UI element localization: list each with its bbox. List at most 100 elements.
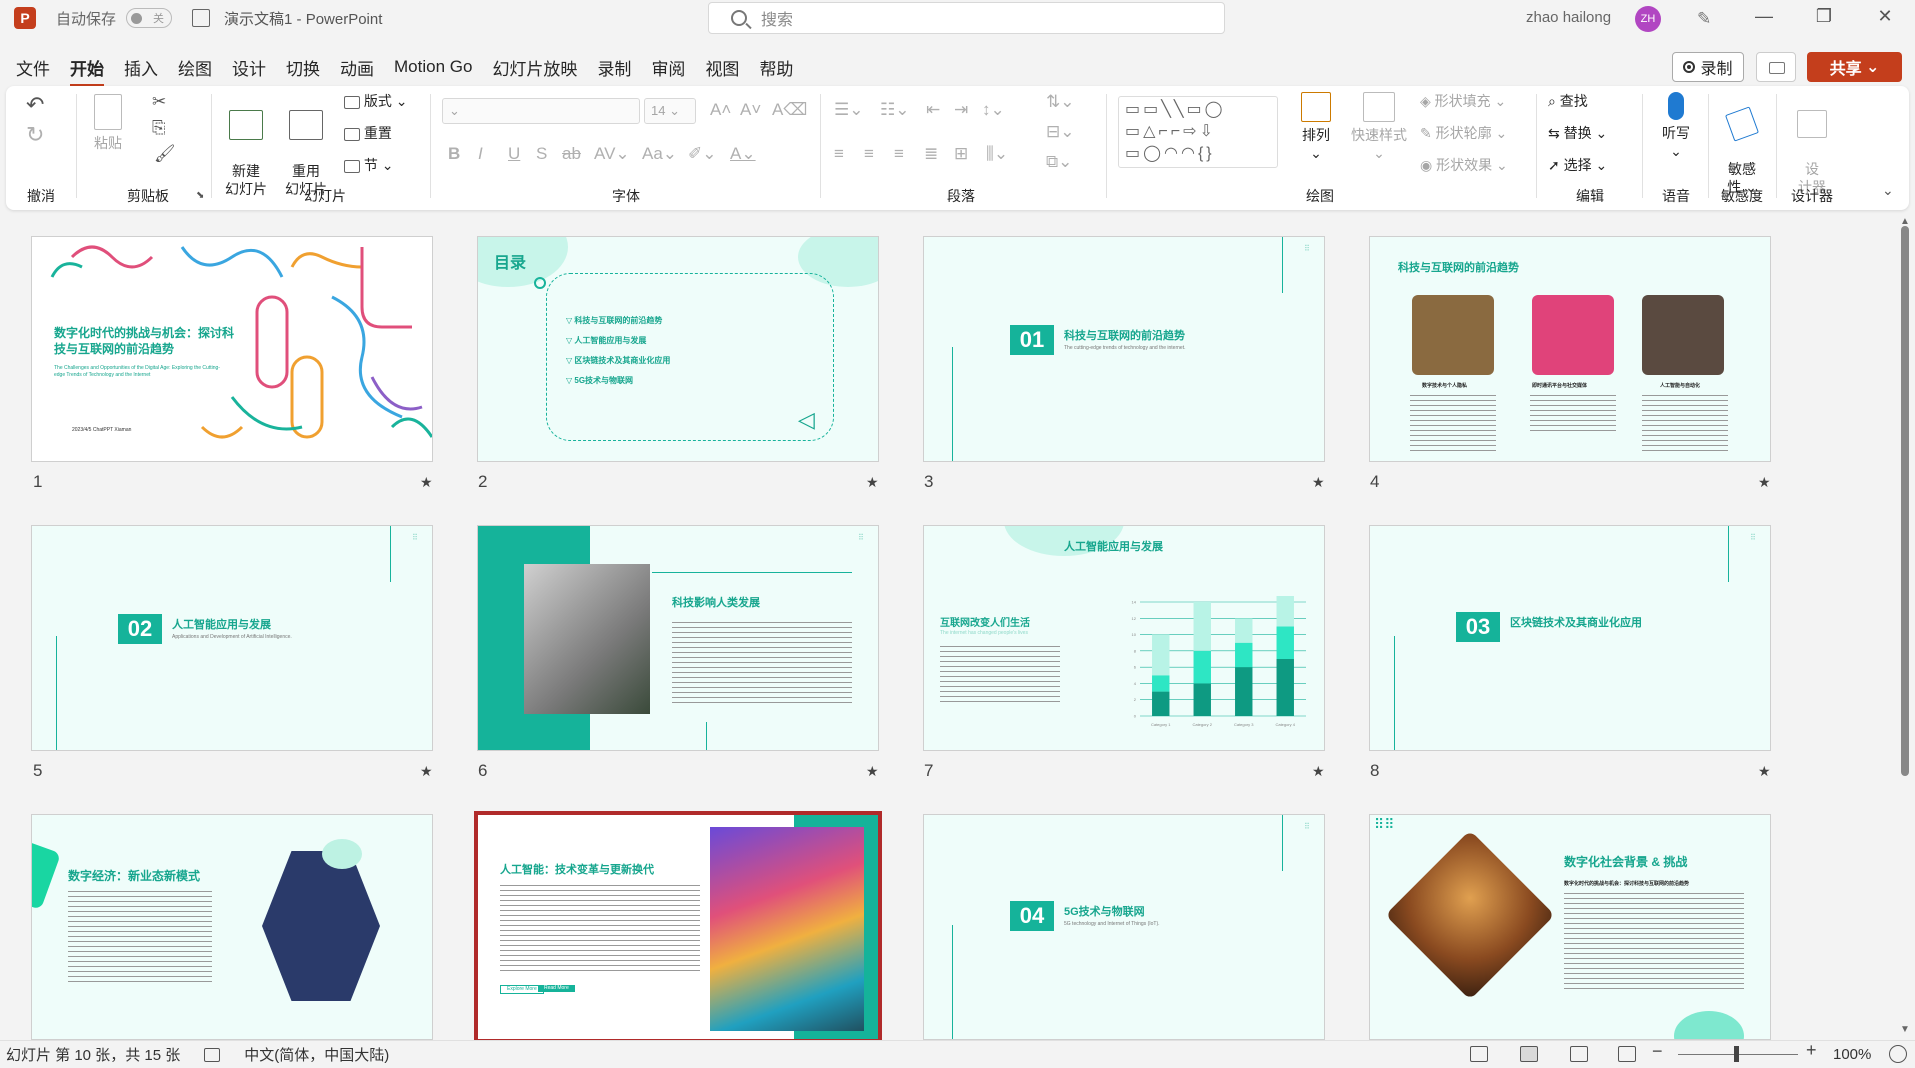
- slide-thumbnail-6[interactable]: 科技影响人类发展 ⠿: [477, 525, 879, 751]
- shapes-gallery[interactable]: ▭▭╲╲▭◯ ▭△⌐⌐⇨⇩ ▭◯◠◠{}: [1118, 96, 1278, 168]
- underline-icon[interactable]: U: [508, 144, 520, 164]
- columns-icon[interactable]: ⫼⌄: [986, 144, 1008, 164]
- fit-to-window-icon[interactable]: [1889, 1045, 1907, 1063]
- numbering-icon[interactable]: ☷⌄: [880, 100, 909, 120]
- clear-formatting-icon[interactable]: A⌫: [772, 100, 807, 120]
- line-spacing-icon[interactable]: ↕⌄: [982, 100, 1005, 120]
- transition-star-icon[interactable]: ★: [420, 474, 433, 491]
- tab-slideshow[interactable]: 幻灯片放映: [492, 53, 577, 82]
- text-direction-icon[interactable]: ⇅⌄: [1046, 92, 1075, 112]
- slide-thumbnail-7[interactable]: 人工智能应用与发展 互联网改变人们生活 The internet has cha…: [923, 525, 1325, 751]
- bullets-icon[interactable]: ☰⌄: [834, 100, 863, 120]
- tab-transitions[interactable]: 切换: [286, 53, 320, 82]
- layout-button[interactable]: 版式 ⌄: [344, 92, 408, 110]
- slideshow-view-icon[interactable]: [1618, 1046, 1636, 1062]
- increase-indent-icon[interactable]: ⇥: [954, 100, 968, 120]
- close-icon[interactable]: ✕: [1865, 6, 1905, 27]
- share-button[interactable]: 共享 ⌄: [1807, 52, 1902, 82]
- align-left-icon[interactable]: ≡: [834, 144, 844, 164]
- slide-thumbnail-1[interactable]: 数字化时代的挑战与机会：探讨科技与互联网的前沿趋势 The Challenges…: [31, 236, 433, 462]
- zoom-in-icon[interactable]: +: [1806, 1040, 1817, 1061]
- character-spacing-icon[interactable]: AV⌄: [594, 144, 630, 164]
- record-button[interactable]: 录制: [1672, 52, 1744, 82]
- transition-star-icon[interactable]: ★: [1758, 763, 1771, 780]
- bold-icon[interactable]: B: [448, 144, 460, 164]
- paste-button[interactable]: 粘贴: [84, 94, 132, 152]
- align-center-icon[interactable]: ≡: [864, 144, 874, 164]
- clipboard-launcher-icon[interactable]: ⬊: [196, 190, 204, 201]
- comments-button[interactable]: [1756, 52, 1796, 82]
- replace-button[interactable]: ⇆ 替换 ⌄: [1548, 124, 1607, 142]
- restore-icon[interactable]: ❐: [1804, 6, 1844, 27]
- tab-help[interactable]: 帮助: [759, 53, 793, 82]
- transition-star-icon[interactable]: ★: [420, 763, 433, 780]
- zoom-slider-thumb[interactable]: [1734, 1046, 1739, 1062]
- dictate-button[interactable]: 听写 ⌄: [1654, 92, 1698, 160]
- user-name[interactable]: zhao hailong: [1526, 9, 1611, 26]
- section-button[interactable]: 节 ⌄: [344, 156, 394, 174]
- scrollbar-thumb[interactable]: [1901, 226, 1909, 776]
- shape-outline-button[interactable]: ✎ 形状轮廓 ⌄: [1420, 124, 1507, 142]
- sensitivity-button[interactable]: 敏感 性 ⌄: [1718, 92, 1766, 196]
- slide-thumbnail-10[interactable]: 人工智能：技术变革与更新换代 Explore More Read More: [474, 811, 882, 1040]
- pen-icon[interactable]: ✎: [1697, 9, 1711, 29]
- select-button[interactable]: ➚ 选择 ⌄: [1548, 156, 1607, 174]
- align-text-icon[interactable]: ⊟⌄: [1046, 122, 1075, 142]
- zoom-level[interactable]: 100%: [1833, 1046, 1871, 1063]
- redo-icon[interactable]: ↻: [26, 122, 44, 148]
- new-slide-button[interactable]: 新建 幻灯片: [218, 92, 274, 198]
- transition-star-icon[interactable]: ★: [866, 474, 879, 491]
- tab-review[interactable]: 审阅: [651, 53, 685, 82]
- decrease-font-icon[interactable]: A˅: [740, 100, 761, 120]
- avatar[interactable]: ZH: [1635, 6, 1661, 32]
- format-painter-icon[interactable]: 🖌: [154, 144, 176, 164]
- increase-font-icon[interactable]: A˄: [710, 100, 731, 120]
- arrange-button[interactable]: 排列 ⌄: [1296, 92, 1336, 162]
- undo-icon[interactable]: ↶: [26, 92, 44, 118]
- slide-thumbnail-8[interactable]: 03 区块链技术及其商业化应用 ⠿: [1369, 525, 1771, 751]
- tab-view[interactable]: 视图: [705, 53, 739, 82]
- slide-thumbnail-5[interactable]: 02 人工智能应用与发展 Applications and Developmen…: [31, 525, 433, 751]
- autosave-toggle[interactable]: 关: [126, 8, 173, 28]
- slide-thumbnail-9[interactable]: 数字经济：新业态新模式: [31, 814, 433, 1040]
- slide-thumbnail-12[interactable]: ⠿⠿ 数字化社会背景 & 挑战 数字化时代的挑战与机会：探讨科技与互联网的前沿趋…: [1369, 814, 1771, 1040]
- search-box[interactable]: 搜索: [708, 2, 1225, 34]
- accessibility-icon[interactable]: [204, 1047, 221, 1062]
- tab-record[interactable]: 录制: [597, 53, 631, 82]
- align-right-icon[interactable]: ≡: [894, 144, 904, 164]
- find-button[interactable]: ⌕ 查找: [1548, 92, 1588, 110]
- font-name-combobox[interactable]: ⌄: [442, 98, 640, 124]
- tab-file[interactable]: 文件: [16, 53, 50, 82]
- font-size-combobox[interactable]: 14 ⌄: [644, 98, 696, 124]
- zoom-out-icon[interactable]: −: [1652, 1041, 1663, 1062]
- tab-home[interactable]: 开始: [70, 53, 104, 87]
- transition-star-icon[interactable]: ★: [866, 763, 879, 780]
- reading-view-icon[interactable]: [1570, 1046, 1588, 1062]
- highlight-icon[interactable]: ✐⌄: [688, 144, 717, 164]
- transition-star-icon[interactable]: ★: [1312, 763, 1325, 780]
- copy-icon[interactable]: ⎘: [152, 118, 166, 138]
- distributed-icon[interactable]: ⊞: [954, 144, 968, 164]
- minimize-icon[interactable]: —: [1744, 6, 1784, 27]
- transition-star-icon[interactable]: ★: [1758, 474, 1771, 491]
- transition-star-icon[interactable]: ★: [1312, 474, 1325, 491]
- tab-draw[interactable]: 绘图: [178, 53, 212, 82]
- reset-button[interactable]: 重置: [344, 124, 392, 142]
- slide-thumbnail-2[interactable]: 目录 ▽ 科技与互联网的前沿趋势 ▽ 人工智能应用与发展 ▽ 区块链技术及其商业…: [477, 236, 879, 462]
- slide-thumbnail-3[interactable]: 01 科技与互联网的前沿趋势 The cutting-edge trends o…: [923, 236, 1325, 462]
- ribbon-collapse-icon[interactable]: ⌄: [1882, 182, 1894, 199]
- slide-thumbnail-11[interactable]: 04 5G技术与物联网 5G technology and Internet o…: [923, 814, 1325, 1040]
- tab-animations[interactable]: 动画: [340, 53, 374, 82]
- scroll-down-icon[interactable]: ▼: [1900, 1024, 1910, 1035]
- shape-fill-button[interactable]: ◈ 形状填充 ⌄: [1420, 92, 1506, 110]
- tab-motion-go[interactable]: Motion Go: [394, 55, 472, 79]
- designer-button[interactable]: 设 计器: [1786, 92, 1838, 196]
- reuse-slides-button[interactable]: 重用 幻灯片: [278, 92, 334, 198]
- smartart-icon[interactable]: ⧉⌄: [1046, 152, 1072, 172]
- cut-icon[interactable]: ✂: [152, 92, 166, 112]
- save-icon[interactable]: [192, 9, 211, 27]
- change-case-icon[interactable]: Aa⌄: [642, 144, 677, 164]
- quick-styles-button[interactable]: 快速样式 ⌄: [1346, 92, 1412, 162]
- slide-sorter-view-icon[interactable]: [1520, 1046, 1538, 1062]
- font-color-icon[interactable]: A⌄: [730, 144, 756, 164]
